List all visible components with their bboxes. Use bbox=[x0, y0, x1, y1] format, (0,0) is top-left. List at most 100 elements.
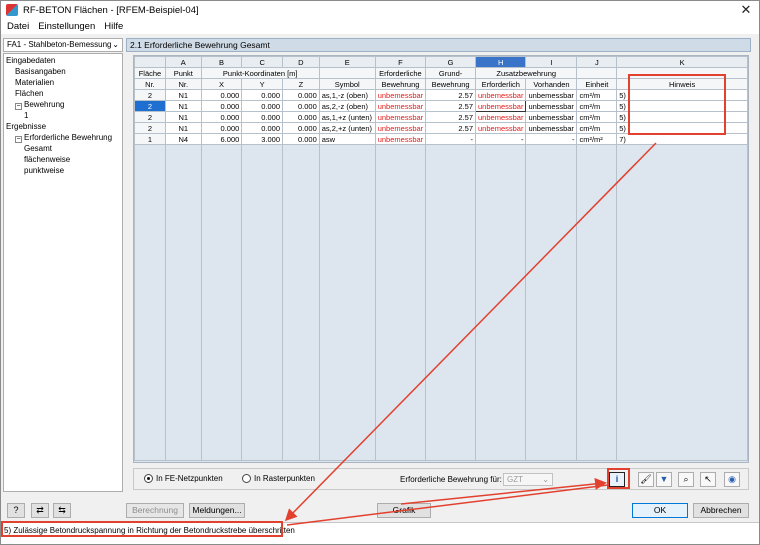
column-letter[interactable]: B bbox=[200, 56, 243, 68]
menu-hilfe[interactable]: Hilfe bbox=[104, 21, 123, 32]
cell-grund[interactable]: 2.57 bbox=[425, 122, 477, 134]
cell-x[interactable]: 0.000 bbox=[200, 111, 243, 123]
column-letter[interactable]: I bbox=[525, 56, 578, 68]
grenzzustand-select[interactable]: GZT ⌄ bbox=[503, 473, 553, 486]
cell-hinweis[interactable]: 7) bbox=[616, 133, 748, 145]
cell-erf[interactable]: unbemessbar bbox=[374, 89, 427, 101]
cell-punkt[interactable]: N1 bbox=[164, 111, 202, 123]
view-button[interactable]: ◉ bbox=[724, 472, 740, 487]
cell-erf[interactable]: unbemessbar bbox=[374, 122, 427, 134]
cell-y[interactable]: 0.000 bbox=[241, 89, 283, 101]
column-letter[interactable]: D bbox=[282, 56, 320, 68]
cell-zvorh[interactable]: unbemessbar bbox=[525, 89, 578, 101]
grafik-button[interactable]: Grafik bbox=[377, 503, 431, 518]
cell-grund[interactable]: 2.57 bbox=[425, 89, 477, 101]
cell-symbol[interactable]: as,2,-z (oben) bbox=[318, 100, 376, 112]
tree-item[interactable]: Basisangaben bbox=[6, 66, 122, 77]
tree-item[interactable]: Eingabedaten bbox=[6, 55, 122, 66]
cell-punkt[interactable]: N1 bbox=[164, 89, 202, 101]
cell-y[interactable]: 0.000 bbox=[241, 111, 283, 123]
cell-zvorh[interactable]: unbemessbar bbox=[525, 100, 578, 112]
tree-item[interactable]: Materialien bbox=[6, 77, 122, 88]
cell-zvorh[interactable]: unbemessbar bbox=[525, 111, 578, 123]
cell-zerf[interactable]: unbemessbar bbox=[475, 89, 527, 101]
tree-item[interactable]: Ergebnisse bbox=[6, 121, 122, 132]
cell-zerf[interactable]: - bbox=[475, 133, 527, 145]
column-letter[interactable]: G bbox=[425, 56, 477, 68]
cell-nr[interactable]: 2 bbox=[134, 111, 166, 123]
cell-symbol[interactable]: asw bbox=[318, 133, 376, 145]
cell-nr[interactable]: 2 bbox=[134, 122, 166, 134]
column-letter[interactable]: E bbox=[318, 56, 376, 68]
tree-item[interactable]: 1 bbox=[6, 110, 122, 121]
cell-nr[interactable]: 1 bbox=[134, 133, 166, 145]
cell-x[interactable]: 0.000 bbox=[200, 122, 243, 134]
meldungen-button[interactable]: Meldungen... bbox=[189, 503, 245, 518]
cell-punkt[interactable]: N4 bbox=[164, 133, 202, 145]
cell-x[interactable]: 6.000 bbox=[200, 133, 243, 145]
select-button[interactable]: ↖ bbox=[700, 472, 716, 487]
cell-zerf[interactable]: unbemessbar bbox=[475, 100, 527, 112]
cell-symbol[interactable]: as,1,-z (oben) bbox=[318, 89, 376, 101]
cell-y[interactable]: 3.000 bbox=[241, 133, 283, 145]
cell-einheit[interactable]: cm²/m² bbox=[576, 133, 618, 145]
cell-einheit[interactable]: cm²/m bbox=[576, 100, 618, 112]
radio-rasterpunkte[interactable]: In Rasterpunkten bbox=[242, 474, 315, 483]
tree-item[interactable]: − Bewehrung bbox=[6, 99, 122, 110]
berechnung-button[interactable]: Berechnung bbox=[126, 503, 184, 518]
close-icon[interactable]: ✕ bbox=[733, 1, 759, 19]
cell-grund[interactable]: - bbox=[425, 133, 477, 145]
abbrechen-button[interactable]: Abbrechen bbox=[693, 503, 749, 518]
cell-nr[interactable]: 2 bbox=[134, 100, 166, 112]
cell-zerf[interactable]: unbemessbar bbox=[475, 122, 527, 134]
collapse-icon[interactable]: − bbox=[15, 136, 22, 143]
tree-item[interactable]: Flächen bbox=[6, 88, 122, 99]
cell-y[interactable]: 0.000 bbox=[241, 122, 283, 134]
cell-nr[interactable]: 2 bbox=[134, 89, 166, 101]
cell-einheit[interactable]: cm²/m bbox=[576, 122, 618, 134]
column-letter-selected[interactable]: H bbox=[475, 56, 527, 68]
cell-grund[interactable]: 2.57 bbox=[425, 100, 477, 112]
cell-symbol[interactable]: as,1,+z (unten) bbox=[318, 111, 376, 123]
cell-symbol[interactable]: as,2,+z (unten) bbox=[318, 122, 376, 134]
column-letter[interactable]: K bbox=[616, 56, 748, 68]
tree-item[interactable]: − Erforderliche Bewehrung bbox=[6, 132, 122, 143]
cell-zvorh[interactable]: - bbox=[525, 133, 578, 145]
module-select[interactable]: FA1 - Stahlbeton-Bemessung ⌄ bbox=[3, 38, 123, 52]
column-letter[interactable]: J bbox=[576, 56, 618, 68]
cell-y[interactable]: 0.000 bbox=[241, 100, 283, 112]
cell-erf[interactable]: unbemessbar bbox=[374, 111, 427, 123]
cell-einheit[interactable]: cm²/m bbox=[576, 111, 618, 123]
cell-z[interactable]: 0.000 bbox=[282, 100, 320, 112]
import-button[interactable]: ⇄ bbox=[31, 503, 49, 518]
zoom-button[interactable]: ⌕ bbox=[678, 472, 694, 487]
cell-z[interactable]: 0.000 bbox=[282, 133, 320, 145]
ok-button[interactable]: OK bbox=[632, 503, 688, 518]
tree-item[interactable]: Gesamt bbox=[6, 143, 122, 154]
tree-item[interactable]: punktweise bbox=[6, 165, 122, 176]
export-button[interactable]: ⇆ bbox=[53, 503, 71, 518]
cell-erf[interactable]: unbemessbar bbox=[374, 100, 427, 112]
cell-punkt[interactable]: N1 bbox=[164, 122, 202, 134]
cell-z[interactable]: 0.000 bbox=[282, 89, 320, 101]
cell-zvorh[interactable]: unbemessbar bbox=[525, 122, 578, 134]
cell-punkt[interactable]: N1 bbox=[164, 100, 202, 112]
cell-erf[interactable]: unbemessbar bbox=[374, 133, 427, 145]
cell-z[interactable]: 0.000 bbox=[282, 111, 320, 123]
column-letter[interactable]: F bbox=[374, 56, 427, 68]
table-row[interactable]: 1 N4 6.000 3.000 0.000 asw unbemessbar - - - cm²/m… bbox=[134, 133, 748, 145]
cell-einheit[interactable]: cm²/m bbox=[576, 89, 618, 101]
cell-x[interactable]: 0.000 bbox=[200, 100, 243, 112]
column-letter[interactable]: C bbox=[241, 56, 283, 68]
menu-datei[interactable]: Datei bbox=[7, 21, 29, 32]
help-button[interactable]: ? bbox=[7, 503, 25, 518]
radio-fe-netzpunkte[interactable]: In FE-Netzpunkten bbox=[144, 474, 223, 483]
collapse-icon[interactable]: − bbox=[15, 103, 22, 110]
menu-einstellungen[interactable]: Einstellungen bbox=[38, 21, 95, 32]
filter-button[interactable]: ▼ bbox=[656, 472, 672, 487]
brush-button[interactable]: 🖌 bbox=[638, 472, 654, 487]
tree-item[interactable]: flächenweise bbox=[6, 154, 122, 165]
cell-x[interactable]: 0.000 bbox=[200, 89, 243, 101]
cell-grund[interactable]: 2.57 bbox=[425, 111, 477, 123]
cell-z[interactable]: 0.000 bbox=[282, 122, 320, 134]
